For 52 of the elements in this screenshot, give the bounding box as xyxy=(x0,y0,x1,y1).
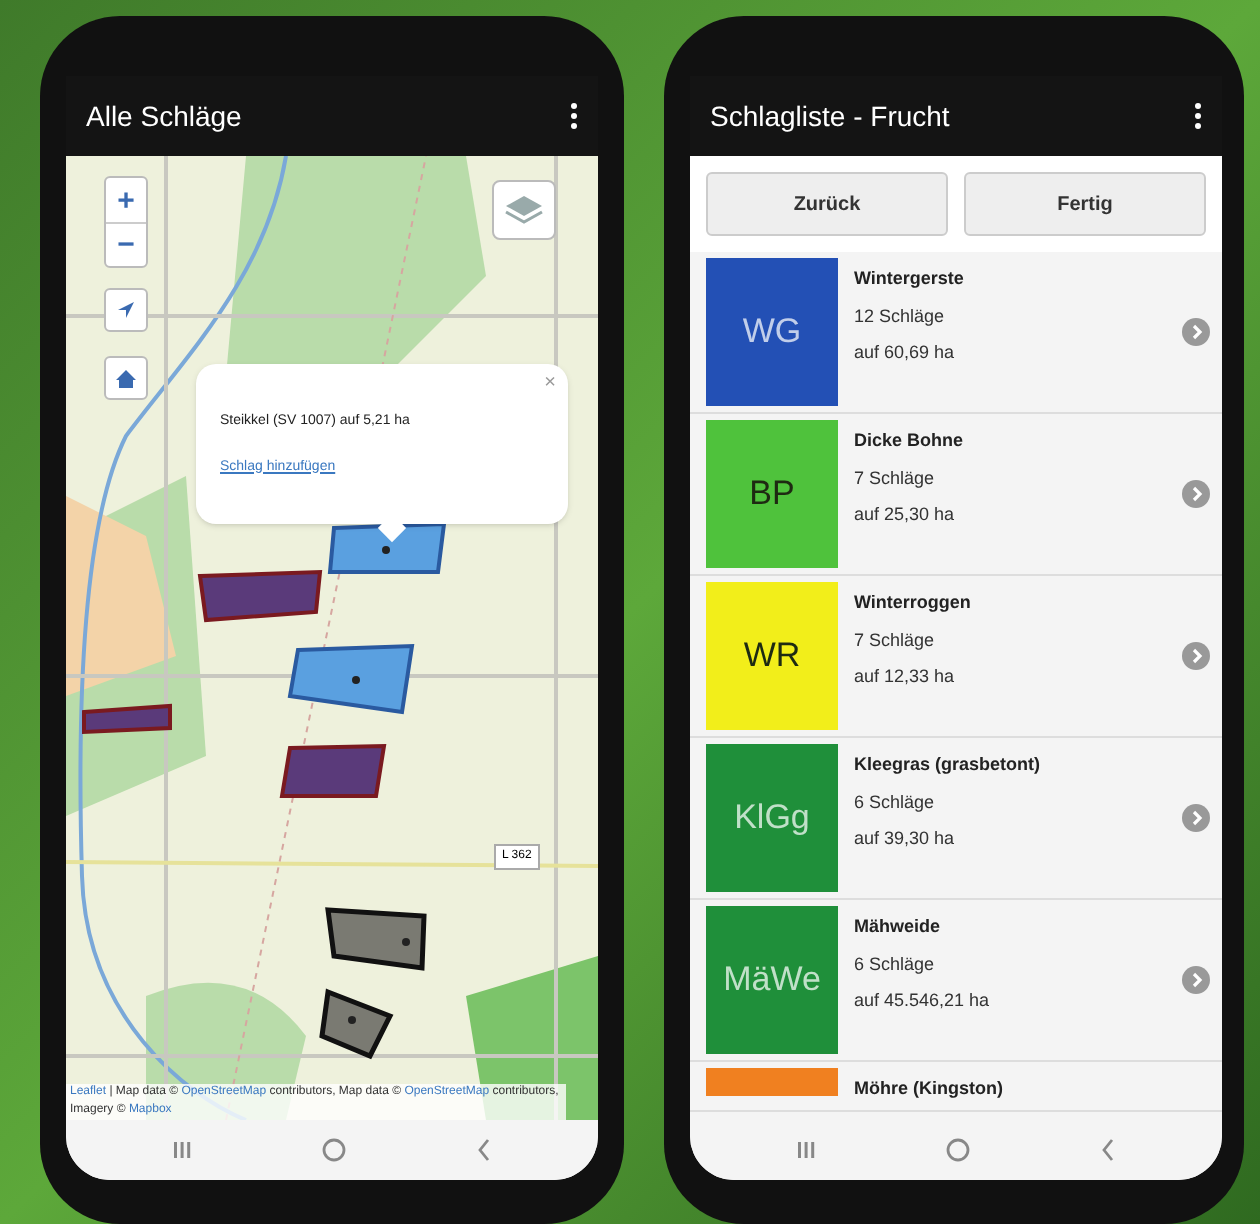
chevron-icon[interactable] xyxy=(1182,318,1210,346)
crop-name: Mähweide xyxy=(854,914,943,940)
back-icon[interactable] xyxy=(476,1138,493,1162)
back-icon[interactable] xyxy=(1100,1138,1117,1162)
crop-row[interactable]: WR Winterroggen 7 Schläge auf 12,33 ha xyxy=(690,576,1222,738)
crop-row[interactable]: WG Wintergerste 12 Schläge auf 60,69 ha xyxy=(690,252,1222,414)
chevron-icon[interactable] xyxy=(1182,804,1210,832)
location-arrow-icon xyxy=(116,300,136,320)
action-button[interactable]: Fertig xyxy=(964,172,1206,236)
crop-name: Möhre (Kingston) xyxy=(854,1076,1005,1102)
recent-apps-icon[interactable] xyxy=(795,1140,816,1160)
crop-row[interactable]: BP Dicke Bohne 7 Schläge auf 25,30 ha xyxy=(690,414,1222,576)
layers-button[interactable] xyxy=(492,180,556,240)
crop-color-tile: KlGg xyxy=(706,744,838,892)
crop-row[interactable]: KlGg Kleegras (grasbetont) 6 Schläge auf 39,30 ha xyxy=(690,738,1222,900)
recent-apps-icon[interactable] xyxy=(171,1140,192,1160)
app-title: Alle Schläge xyxy=(86,97,242,136)
field-count: 7 Schläge xyxy=(854,627,937,654)
zoom-in-button[interactable]: + xyxy=(106,178,146,222)
area-text: auf 60,69 ha xyxy=(854,340,957,366)
crop-color-tile: WR xyxy=(706,582,838,730)
field-count: 6 Schläge xyxy=(854,951,937,978)
zoom-out-button[interactable]: − xyxy=(106,222,146,266)
home-icon[interactable] xyxy=(945,1138,970,1162)
crop-name: Wintergerste xyxy=(854,266,966,292)
field-count: 6 Schläge xyxy=(854,789,937,816)
field-count: 7 Schläge xyxy=(854,465,937,492)
layers-icon xyxy=(504,194,544,226)
area-text: auf 25,30 ha xyxy=(854,502,957,528)
home-button[interactable] xyxy=(104,356,148,400)
crop-row[interactable]: MäWe Mähweide 6 Schläge auf 45.546,21 ha xyxy=(690,900,1222,1062)
crop-color-tile: BP xyxy=(706,420,838,568)
area-text: auf 39,30 ha xyxy=(854,826,957,852)
crop-name: Winterroggen xyxy=(854,590,973,616)
more-icon[interactable] xyxy=(1194,102,1202,130)
crop-color-tile: MäWe xyxy=(706,906,838,1054)
more-icon[interactable] xyxy=(570,102,578,130)
chevron-icon[interactable] xyxy=(1182,966,1210,994)
crop-color-tile: WG xyxy=(706,258,838,406)
area-text: auf 45.546,21 ha xyxy=(854,988,992,1014)
chevron-icon[interactable] xyxy=(1182,480,1210,508)
locate-button[interactable] xyxy=(104,288,148,332)
crop-row[interactable]: Möhre (Kingston) xyxy=(690,1062,1222,1111)
area-text: auf 12,33 ha xyxy=(854,664,957,690)
crop-name: Kleegras (grasbetont) xyxy=(854,752,1043,778)
home-icon[interactable] xyxy=(321,1138,346,1162)
chevron-icon[interactable] xyxy=(1182,642,1210,670)
action-button[interactable]: Zurück xyxy=(706,172,948,236)
app-title: Schlagliste - Frucht xyxy=(710,97,950,136)
field-count: 12 Schläge xyxy=(854,303,947,330)
house-icon xyxy=(116,369,136,387)
crop-name: Dicke Bohne xyxy=(854,428,966,454)
